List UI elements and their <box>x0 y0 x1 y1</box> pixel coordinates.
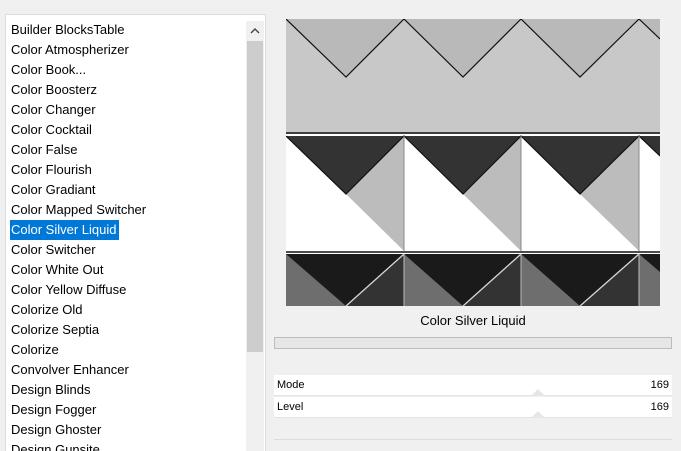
filter-name-label: Color Silver Liquid <box>274 306 672 336</box>
list-item[interactable]: Color Book... <box>6 60 244 80</box>
list-item-label: Design Fogger <box>11 402 97 417</box>
slider-thumb[interactable] <box>531 411 545 418</box>
list-item[interactable]: Colorize Old <box>6 300 244 320</box>
filter-settings-panel: Color Silver Liquid Mode 169 Level 169 <box>274 306 672 451</box>
scroll-thumb[interactable] <box>247 41 263 352</box>
list-item-label: Convolver Enhancer <box>11 362 129 377</box>
slider-thumb[interactable] <box>531 389 545 396</box>
list-item-label: Colorize <box>11 342 59 357</box>
list-item-label: Design Blinds <box>11 382 91 397</box>
slider-track[interactable] <box>274 395 672 396</box>
list-item[interactable]: Builder BlocksTable <box>6 20 244 40</box>
list-item[interactable]: Color Yellow Diffuse <box>6 280 244 300</box>
list-item-label: Color Flourish <box>11 162 92 177</box>
list-item-label: Colorize Old <box>11 302 83 317</box>
list-item-label: Color Changer <box>11 102 96 117</box>
list-item[interactable]: Color Atmospherizer <box>6 40 244 60</box>
progress-bar <box>274 337 672 349</box>
param-label: Mode <box>277 379 305 391</box>
list-item-label: Color Cocktail <box>11 122 92 137</box>
list-item[interactable]: Color Changer <box>6 100 244 120</box>
param-value: 169 <box>650 379 669 391</box>
list-item[interactable]: Color Mapped Switcher <box>6 200 244 220</box>
slider-track[interactable] <box>274 417 672 418</box>
list-item[interactable]: Design Ghoster <box>6 420 244 440</box>
list-item[interactable]: Color Cocktail <box>6 120 244 140</box>
scroll-up-button[interactable] <box>246 21 264 39</box>
list-item[interactable]: Colorize Septia <box>6 320 244 340</box>
list-item[interactable]: Color False <box>6 140 244 160</box>
list-item[interactable]: Color Boosterz <box>6 80 244 100</box>
param-row-mode[interactable]: Mode 169 <box>274 375 672 396</box>
preview-band-middle <box>286 135 660 253</box>
list-item-label: Color Book... <box>11 62 87 77</box>
list-item-label: Color Mapped Switcher <box>11 202 147 217</box>
list-item[interactable]: Color Flourish <box>6 160 244 180</box>
list-item-label: Color Switcher <box>11 242 96 257</box>
list-scrollbar[interactable] <box>246 21 264 451</box>
filter-list[interactable]: Builder BlocksTable Color Atmospherizer Co… <box>6 20 244 451</box>
list-item-label: Color Boosterz <box>11 82 97 97</box>
preview-band-bottom <box>286 253 660 306</box>
param-row-level[interactable]: Level 169 <box>274 397 672 418</box>
list-item-label: Design Gunsite <box>11 442 100 451</box>
list-item-label: Design Ghoster <box>11 422 102 437</box>
preview-image <box>286 19 660 306</box>
param-label: Level <box>277 401 304 413</box>
filter-list-panel: Builder BlocksTable Color Atmospherizer Co… <box>5 14 266 451</box>
list-item-label: Color Atmospherizer <box>11 42 129 57</box>
list-item-label: Color Gradiant <box>11 182 96 197</box>
list-item[interactable]: Design Blinds <box>6 380 244 400</box>
list-item[interactable]: Convolver Enhancer <box>6 360 244 380</box>
param-value: 169 <box>650 401 669 413</box>
list-item-label: Color White Out <box>11 262 104 277</box>
list-item-label: Color False <box>11 142 78 157</box>
chevron-up-icon <box>250 27 260 33</box>
window-top-strip <box>0 0 681 14</box>
list-item[interactable]: Design Gunsite <box>6 440 244 451</box>
list-item[interactable]: Colorize <box>6 340 244 360</box>
list-item-label: Builder BlocksTable <box>11 22 125 37</box>
list-item[interactable]: Design Fogger <box>6 400 244 420</box>
list-item[interactable]: Color White Out <box>6 260 244 280</box>
list-item[interactable]: Color Gradiant <box>6 180 244 200</box>
list-item-label: Color Yellow Diffuse <box>11 282 127 297</box>
list-item-label: Colorize Septia <box>11 322 100 337</box>
list-item[interactable]: Color Silver Liquid <box>6 220 244 240</box>
list-item[interactable]: Color Switcher <box>6 240 244 260</box>
preview-band-top <box>286 19 660 134</box>
list-item-label: Color Silver Liquid <box>10 220 119 240</box>
divider <box>274 439 672 440</box>
